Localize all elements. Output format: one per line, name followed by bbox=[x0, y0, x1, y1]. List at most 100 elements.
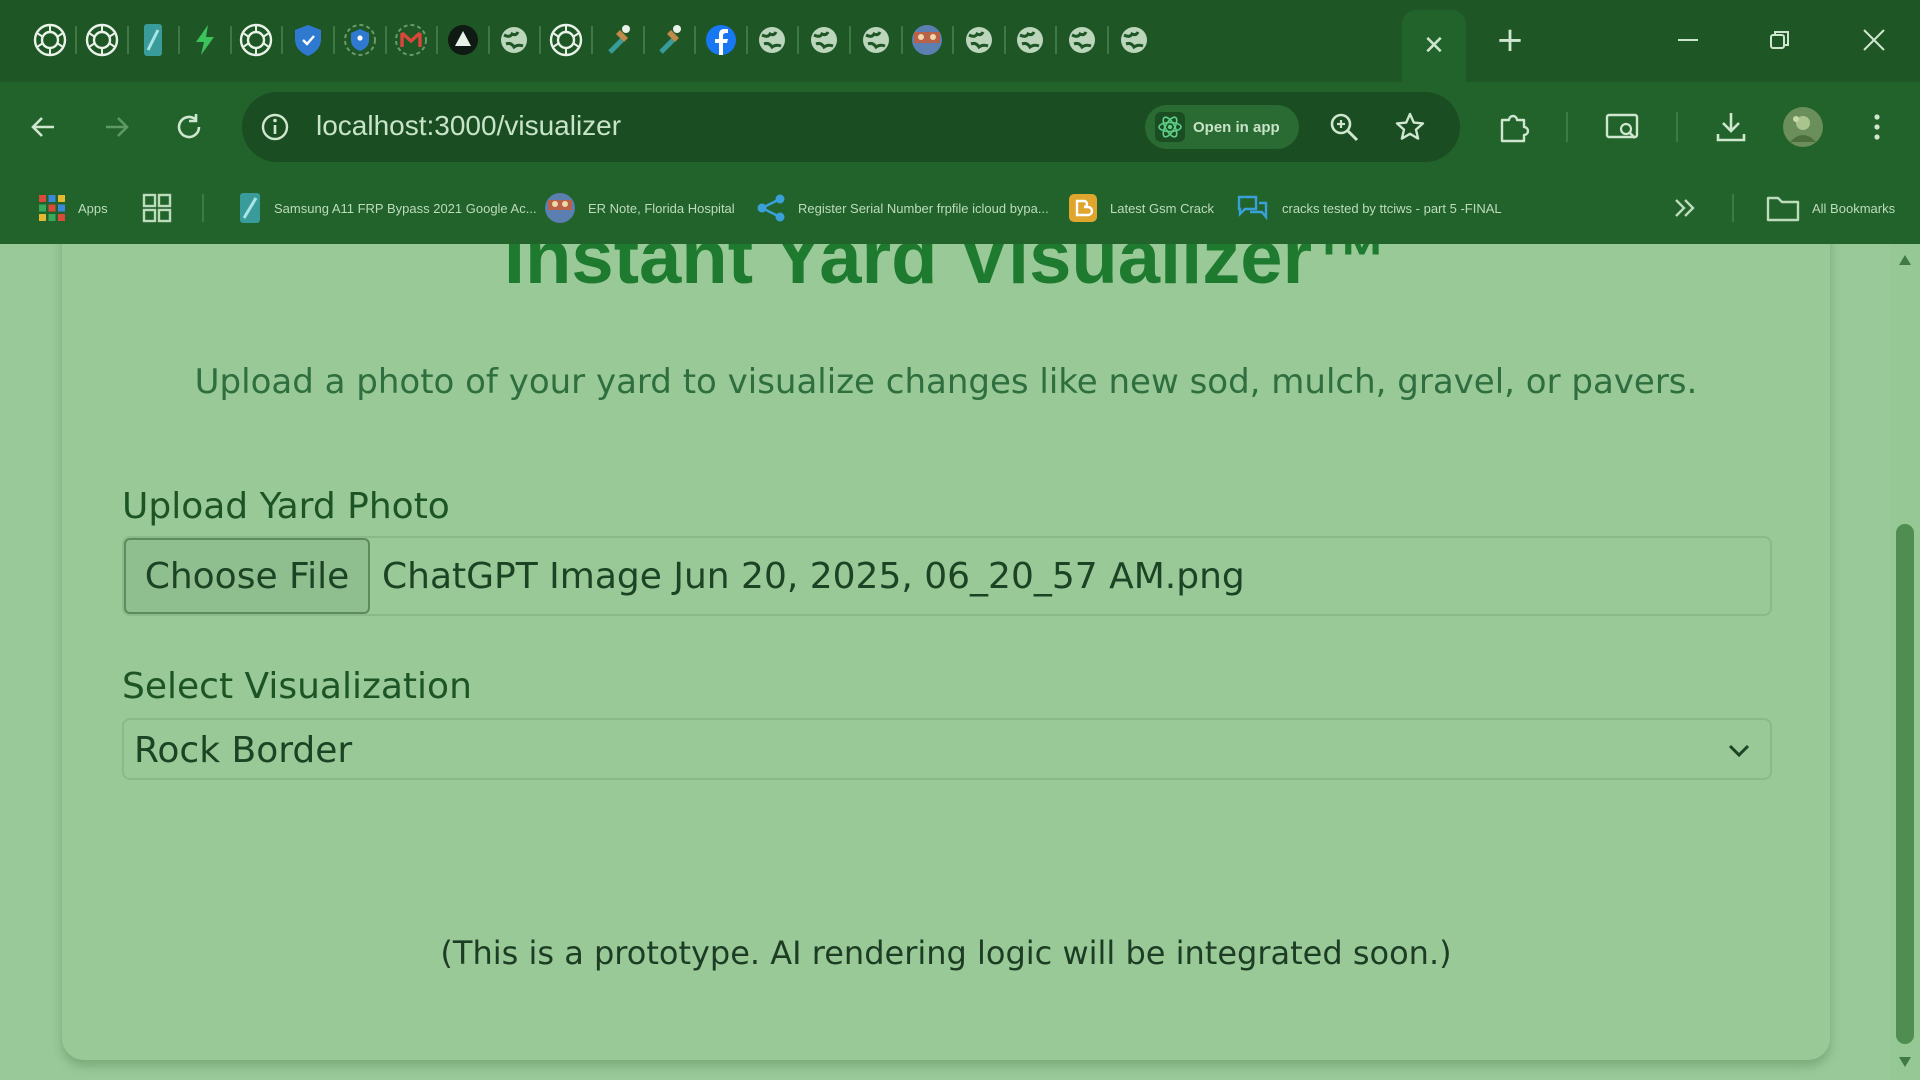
tab-1[interactable] bbox=[84, 22, 120, 58]
bookmark-item[interactable]: Samsung A11 FRP Bypass 2021 Google Ac... bbox=[238, 188, 537, 228]
menu-button[interactable] bbox=[1854, 104, 1900, 150]
restore-icon bbox=[1770, 31, 1789, 49]
star-icon[interactable] bbox=[1394, 111, 1426, 143]
tab-15[interactable] bbox=[806, 22, 842, 58]
tab-3[interactable] bbox=[187, 22, 223, 58]
address-bar[interactable]: localhost:3000/visualizer Open in app bbox=[242, 92, 1460, 162]
page-scrollbar[interactable] bbox=[1890, 244, 1920, 1080]
openai-icon bbox=[85, 23, 118, 57]
more-bookmarks-button[interactable] bbox=[1672, 188, 1698, 228]
restore-button[interactable] bbox=[1758, 20, 1802, 60]
tab-18[interactable] bbox=[961, 22, 997, 58]
reload-icon bbox=[177, 114, 201, 139]
globe-icon bbox=[501, 27, 528, 53]
active-tab[interactable]: ✕ bbox=[1402, 10, 1466, 82]
bookmarks-divider bbox=[1732, 194, 1734, 222]
tab-8[interactable] bbox=[445, 22, 481, 58]
puzzle-icon bbox=[1500, 114, 1530, 143]
globe-icon bbox=[811, 27, 837, 53]
tab-16[interactable] bbox=[858, 22, 894, 58]
key-shield-icon bbox=[343, 24, 376, 56]
shield-icon bbox=[295, 25, 321, 56]
reload-button[interactable] bbox=[166, 104, 212, 150]
tab-14[interactable] bbox=[754, 22, 790, 58]
blogger-icon bbox=[1069, 194, 1097, 222]
tab-divider bbox=[797, 26, 800, 54]
bookmark-item[interactable]: Latest Gsm Crack bbox=[1068, 188, 1214, 228]
tab-divider bbox=[849, 26, 851, 54]
prototype-note: (This is a prototype. AI rendering logic… bbox=[440, 934, 1452, 972]
tab-groups-button[interactable] bbox=[142, 188, 172, 228]
forward-button[interactable] bbox=[94, 104, 140, 150]
tab-divider bbox=[436, 26, 439, 54]
bookmark-apps[interactable]: Apps bbox=[38, 188, 108, 228]
tab-divider bbox=[1055, 26, 1058, 54]
tab-17[interactable] bbox=[909, 22, 945, 58]
tab-divider bbox=[333, 26, 335, 54]
globe-icon bbox=[862, 27, 889, 53]
open-in-app-button[interactable]: Open in app bbox=[1145, 105, 1299, 149]
tab-20[interactable] bbox=[1064, 22, 1100, 58]
close-window-button[interactable] bbox=[1852, 20, 1896, 60]
choose-file-button[interactable]: Choose File bbox=[124, 538, 370, 614]
bookmark-item[interactable]: cracks tested by ttciws - part 5 -FINAL bbox=[1236, 188, 1502, 228]
tab-21[interactable] bbox=[1116, 22, 1152, 58]
bookmark-apps-label: Apps bbox=[78, 200, 108, 216]
tab-7[interactable] bbox=[393, 22, 429, 58]
tab-divider bbox=[694, 26, 697, 54]
tab-divider bbox=[539, 26, 542, 54]
file-upload-input[interactable]: Choose File ChatGPT Image Jun 20, 2025, … bbox=[122, 536, 1772, 616]
tab-search-button[interactable] bbox=[1600, 104, 1646, 150]
page-viewport: Instant Yard Visualizer™ Upload a photo … bbox=[0, 244, 1890, 1080]
extensions-button[interactable] bbox=[1491, 104, 1537, 150]
tab-4[interactable] bbox=[238, 22, 274, 58]
bookmarks-divider bbox=[202, 194, 204, 222]
openai-icon bbox=[549, 23, 583, 57]
tab-divider bbox=[178, 26, 181, 54]
zoom-icon[interactable] bbox=[1328, 111, 1360, 143]
new-tab-button[interactable]: + bbox=[1488, 20, 1532, 60]
site-info-icon[interactable] bbox=[260, 112, 290, 142]
open-in-app-label: Open in app bbox=[1193, 118, 1280, 136]
scroll-up-icon[interactable] bbox=[1897, 252, 1913, 268]
download-icon bbox=[1716, 113, 1746, 142]
globe-icon bbox=[1017, 27, 1044, 53]
tool-icon bbox=[659, 25, 682, 54]
downloads-button[interactable] bbox=[1708, 104, 1754, 150]
tab-divider bbox=[642, 26, 645, 54]
minimize-icon bbox=[1678, 39, 1698, 41]
bookmark-item[interactable]: Register Serial Number frpfile icloud by… bbox=[756, 188, 1049, 228]
visualization-select[interactable]: Rock Border bbox=[122, 718, 1772, 780]
tab-13[interactable] bbox=[703, 22, 739, 58]
scrollbar-thumb[interactable] bbox=[1896, 524, 1914, 1044]
bolt-icon bbox=[195, 25, 214, 55]
android-frp-icon bbox=[144, 24, 163, 56]
triangle-icon bbox=[447, 25, 478, 55]
tab-10[interactable] bbox=[548, 22, 584, 58]
share-icon bbox=[757, 194, 785, 222]
tab-divider bbox=[1107, 26, 1109, 54]
tab-11[interactable] bbox=[600, 22, 636, 58]
tab-2[interactable] bbox=[135, 22, 171, 58]
back-button[interactable] bbox=[20, 104, 66, 150]
scroll-down-icon[interactable] bbox=[1897, 1054, 1913, 1070]
tab-9[interactable] bbox=[496, 22, 532, 58]
url-text[interactable]: localhost:3000/visualizer bbox=[316, 110, 621, 142]
bookmark-item[interactable]: ER Note, Florida Hospital bbox=[544, 188, 735, 228]
tab-6[interactable] bbox=[342, 22, 378, 58]
close-tab-icon[interactable]: ✕ bbox=[1423, 31, 1445, 61]
tab-divider bbox=[591, 26, 593, 54]
tab-5[interactable] bbox=[290, 22, 326, 58]
profile-avatar[interactable] bbox=[1780, 104, 1826, 150]
openai-icon bbox=[33, 23, 67, 57]
tab-12[interactable] bbox=[651, 22, 687, 58]
tab-0[interactable] bbox=[32, 22, 68, 58]
tab-divider bbox=[281, 26, 284, 54]
tab-19[interactable] bbox=[1012, 22, 1048, 58]
tab-divider bbox=[384, 26, 387, 54]
minimize-button[interactable] bbox=[1666, 20, 1710, 60]
globe-icon bbox=[759, 27, 786, 53]
all-bookmarks-button[interactable]: All Bookmarks bbox=[1766, 188, 1895, 228]
close-icon bbox=[1863, 29, 1885, 51]
page-title: Instant Yard Visualizer™ bbox=[503, 244, 1389, 300]
